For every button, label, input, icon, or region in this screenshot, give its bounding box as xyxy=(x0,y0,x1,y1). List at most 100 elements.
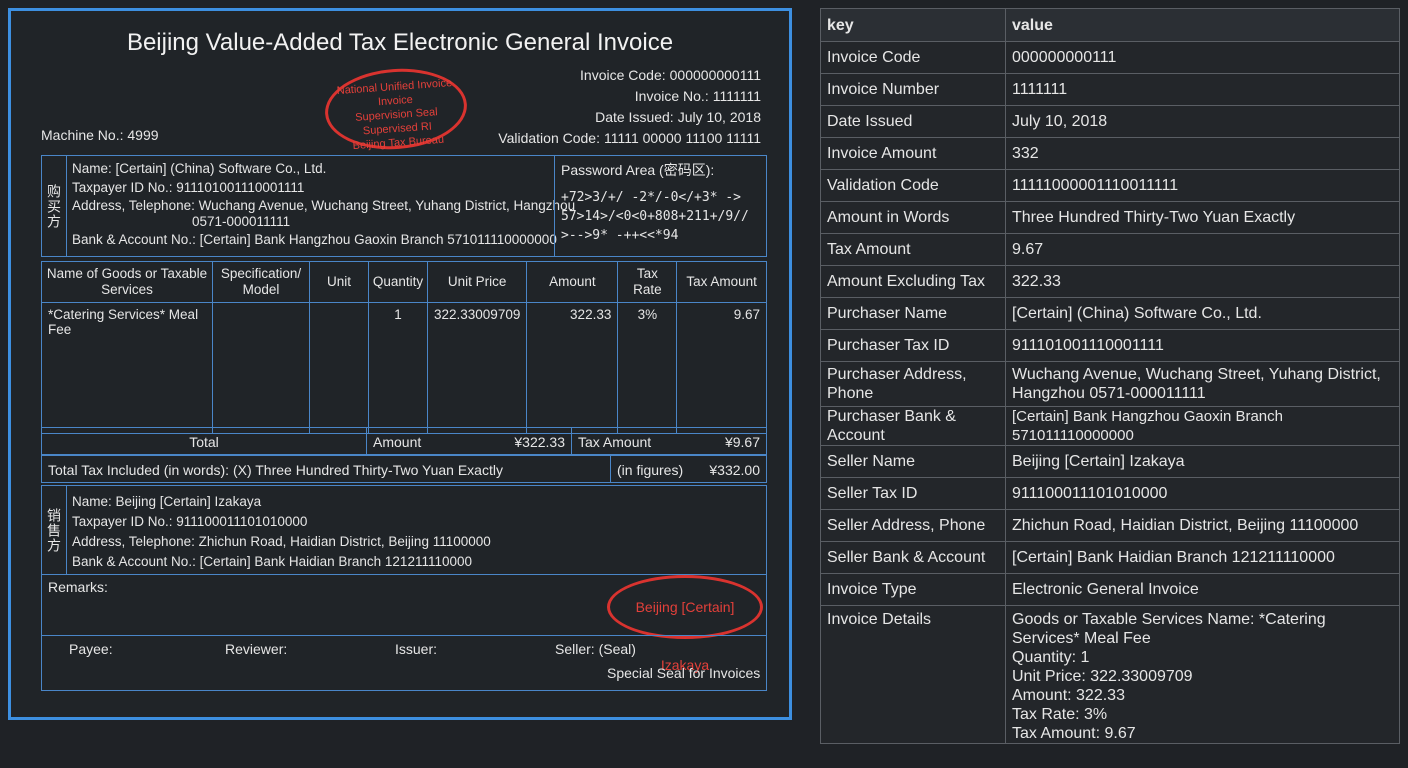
code-value: 1111111 xyxy=(712,88,761,104)
kv-row: Purchaser Name [Certain] (China) Software… xyxy=(820,297,1400,330)
detail-line: Quantity: 1 xyxy=(1012,649,1090,666)
kv-key: Purchaser Tax ID xyxy=(820,329,1006,362)
kv-key: Purchaser Address, Phone xyxy=(820,361,1006,407)
goods-tax-amount: 9.67 xyxy=(676,302,767,434)
seller-lines: Name: Beijing [Certain] Izakaya Taxpayer… xyxy=(72,492,491,572)
kv-row: Seller Tax ID 911100011101010000 xyxy=(820,477,1400,510)
code-value: 000000000111 xyxy=(669,67,761,83)
kv-key: Purchaser Name xyxy=(820,297,1006,330)
kv-row: Invoice Code 000000000111 xyxy=(820,41,1400,74)
password-code: +72>3/+/ -2*/-0</+3* -> 57>14>/<0<0+808+… xyxy=(561,190,749,243)
remarks-label: Remarks: xyxy=(48,579,108,595)
kv-row: Amount Excluding Tax 322.33 xyxy=(820,265,1400,298)
kv-key: Invoice Amount xyxy=(820,137,1006,170)
kv-row: Invoice Number 1111111 xyxy=(820,73,1400,106)
kv-value: Wuchang Avenue, Wuchang Street, Yuhang D… xyxy=(1005,361,1400,407)
kv-value: 000000000111 xyxy=(1005,41,1400,74)
kv-row: Amount in Words Three Hundred Thirty-Two … xyxy=(820,201,1400,234)
seller-address: Address, Telephone: Zhichun Road, Haidia… xyxy=(72,534,491,549)
goods-row: *Catering Services* Meal Fee 1 322.33009… xyxy=(41,302,767,434)
kv-row: Purchaser Address, Phone Wuchang Avenue, … xyxy=(820,361,1400,407)
extracted-fields-table: key value Invoice Code 000000000111 Invoi… xyxy=(820,8,1400,744)
kv-key: Purchaser Bank & Account xyxy=(820,406,1006,446)
code-label: Invoice Code: xyxy=(580,67,666,83)
reviewer-label: Reviewer: xyxy=(225,641,288,657)
total-row: Total Amount ¥322.33 Tax Amount ¥9.67 xyxy=(41,427,767,455)
in-figures-label: (in figures) xyxy=(617,462,684,478)
kv-key: Invoice Code xyxy=(820,41,1006,74)
total-label: Total xyxy=(41,427,367,455)
seller-bank: Bank & Account No.: [Certain] Bank Haidi… xyxy=(72,554,473,569)
kv-key: Amount in Words xyxy=(820,201,1006,234)
total-amount-cell: Amount ¥322.33 xyxy=(366,427,572,455)
code-value: 11111 00000 11100 11111 xyxy=(603,130,761,146)
seller-name: Name: Beijing [Certain] Izakaya xyxy=(72,494,262,509)
detail-line: Unit Price: 322.33009709 xyxy=(1012,668,1193,685)
kv-value: [Certain] (China) Software Co., Ltd. xyxy=(1005,297,1400,330)
kv-row: Date Issued July 10, 2018 xyxy=(820,105,1400,138)
invoice-image: Beijing Value-Added Tax Electronic Gener… xyxy=(8,8,792,720)
col-quantity: Quantity xyxy=(368,261,428,303)
kv-row: Seller Address, Phone Zhichun Road, Haidi… xyxy=(820,509,1400,542)
kv-key: Invoice Details xyxy=(820,605,1006,744)
kv-value: 332 xyxy=(1005,137,1400,170)
password-area-label: Password Area (密码区): xyxy=(561,162,715,178)
kv-value: Three Hundred Thirty-Two Yuan Exactly xyxy=(1005,201,1400,234)
total-tax-value: ¥9.67 xyxy=(724,434,760,450)
kv-row: Seller Name Beijing [Certain] Izakaya xyxy=(820,445,1400,478)
kv-key: Invoice Type xyxy=(820,573,1006,606)
special-seal-label: Special Seal for Invoices xyxy=(607,665,761,681)
kv-key: Seller Name xyxy=(820,445,1006,478)
value-header: value xyxy=(1005,8,1400,42)
kv-value: Zhichun Road, Haidian District, Beijing … xyxy=(1005,509,1400,542)
kv-key: Validation Code xyxy=(820,169,1006,202)
col-unit: Unit xyxy=(309,261,369,303)
kv-value: [Certain] Bank Haidian Branch 1212111100… xyxy=(1005,541,1400,574)
key-header: key xyxy=(820,8,1006,42)
invoice-title: Beijing Value-Added Tax Electronic Gener… xyxy=(126,29,674,56)
seller-seal-label: Seller: (Seal) xyxy=(555,641,636,657)
kv-row: Validation Code 11111000001110011111 xyxy=(820,169,1400,202)
kv-value: 11111000001110011111 xyxy=(1005,169,1400,202)
kv-value: Electronic General Invoice xyxy=(1005,573,1400,606)
detail-line: Goods or Taxable Services Name: *Caterin… xyxy=(1012,611,1326,647)
kv-row: Invoice Amount 332 xyxy=(820,137,1400,170)
kv-key: Seller Address, Phone xyxy=(820,509,1006,542)
issuer-label: Issuer: xyxy=(395,641,438,657)
total-tax-cell: Tax Amount ¥9.67 xyxy=(571,427,767,455)
buyer-name: Name: [Certain] (China) Software Co., Lt… xyxy=(72,161,327,176)
password-area: Password Area (密码区): +72>3/+/ -2*/-0</+3… xyxy=(554,156,766,256)
kv-value: 9.67 xyxy=(1005,233,1400,266)
kv-header-row: key value xyxy=(820,8,1400,42)
buyer-tax-id: Taxpayer ID No.: 911101001110001111 xyxy=(72,179,305,195)
seller-tax-id: Taxpayer ID No.: 911100011101010000 xyxy=(72,514,308,529)
supervision-seal: National Unified Invoice Invoice Supervi… xyxy=(322,64,470,154)
kv-key: Amount Excluding Tax xyxy=(820,265,1006,298)
invoice-codes: Invoice Code: 000000000111 Invoice No.: 11… xyxy=(494,65,761,149)
total-in-figures-cell: (in figures) ¥332.00 xyxy=(610,455,767,483)
goods-tax-rate: 3% xyxy=(617,302,678,434)
kv-value: 1111111 xyxy=(1005,73,1400,106)
goods-unit xyxy=(309,302,369,434)
kv-value: 911100011101010000 xyxy=(1005,477,1400,510)
goods-header-row: Name of Goods or Taxable Services Specif… xyxy=(41,261,767,303)
kv-row-details: Invoice Details Goods or Taxable Service… xyxy=(820,605,1400,744)
kv-row: Invoice Type Electronic General Invoice xyxy=(820,573,1400,606)
code-label: Invoice No.: xyxy=(634,88,709,104)
in-figures-value: ¥332.00 xyxy=(709,462,760,478)
total-amount-value: ¥322.33 xyxy=(514,434,565,450)
kv-row: Purchaser Bank & Account [Certain] Bank H… xyxy=(820,406,1400,446)
code-label: Validation Code: xyxy=(498,130,600,146)
code-label: Date Issued: xyxy=(595,109,674,125)
goods-table: Name of Goods or Taxable Services Specif… xyxy=(41,261,767,434)
kv-value: Beijing [Certain] Izakaya xyxy=(1005,445,1400,478)
code-value: July 10, 2018 xyxy=(677,109,761,125)
kv-key: Tax Amount xyxy=(820,233,1006,266)
machine-number: Machine No.: 4999 xyxy=(41,127,159,143)
kv-value-details: Goods or Taxable Services Name: *Caterin… xyxy=(1005,605,1400,744)
buyer-address: Address, Telephone: Wuchang Avenue, Wuch… xyxy=(72,198,576,213)
total-words-row: Total Tax Included (in words): (X) Three… xyxy=(41,455,767,483)
date-issued-row: Date Issued: July 10, 2018 xyxy=(494,107,761,128)
seller-section: 销售方 Name: Beijing [Certain] Izakaya Taxp… xyxy=(41,485,767,575)
detail-line: Amount: 322.33 xyxy=(1012,687,1125,704)
